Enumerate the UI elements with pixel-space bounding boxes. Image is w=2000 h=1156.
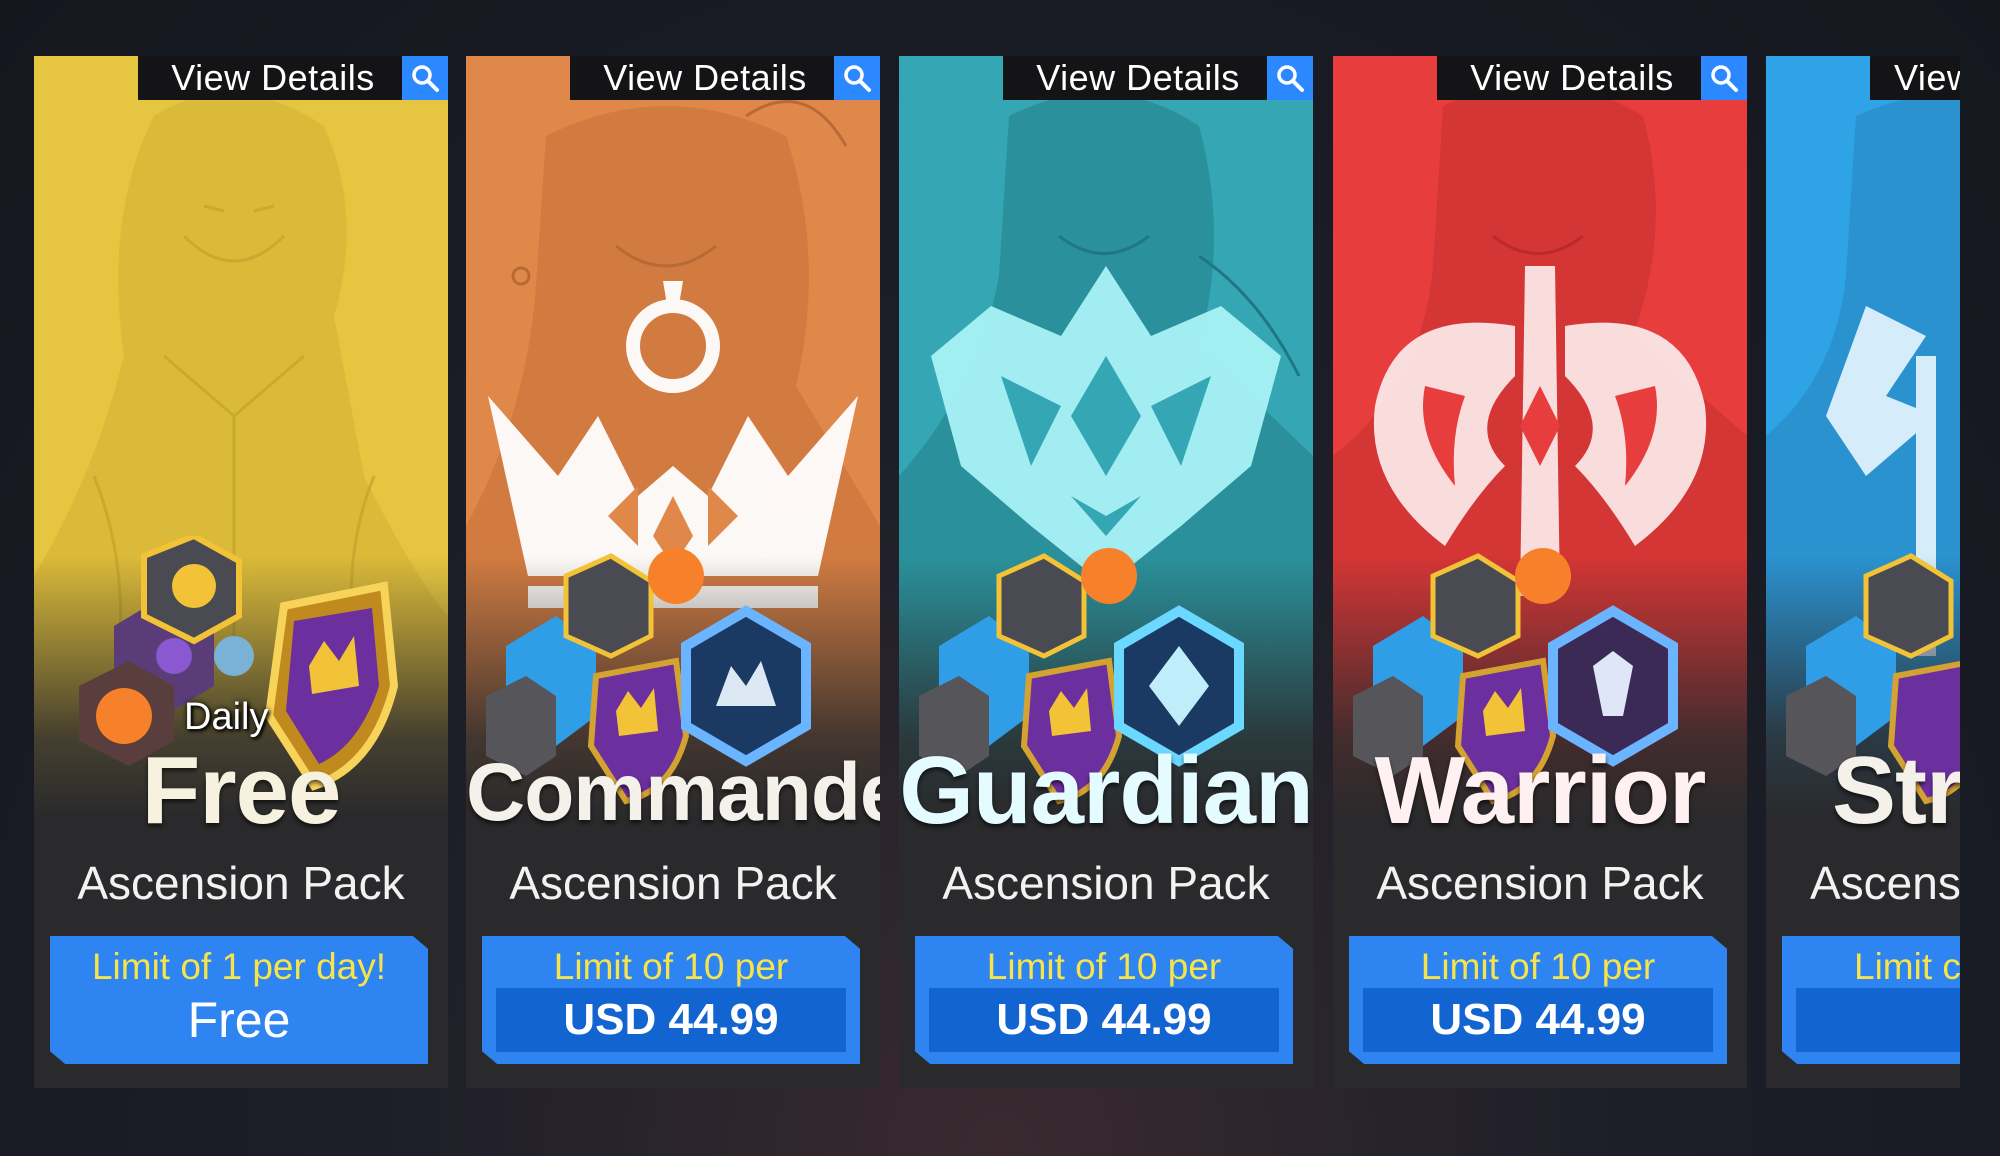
search-icon xyxy=(1701,56,1747,100)
pack-card-partial[interactable]: View Str Ascens Limit c xyxy=(1766,56,1960,1088)
view-details-label: View xyxy=(1894,57,1960,98)
card-art xyxy=(466,56,880,816)
daily-badge: Daily xyxy=(184,696,269,738)
pack-card-guardian[interactable]: View Details Guardian Ascension Pack Lim… xyxy=(899,56,1313,1088)
pack-subtitle: Ascension Pack xyxy=(77,857,405,909)
price-label: Free xyxy=(187,992,291,1048)
pack-subtitle: Ascension Pack xyxy=(942,857,1270,909)
pack-carousel: View Details Daily Free Ascension Pack L… xyxy=(0,0,1960,1156)
buy-button[interactable]: Limit c xyxy=(1782,936,1960,1064)
purchase-limit: Limit of 10 per xyxy=(1420,946,1656,987)
view-details-label: View Details xyxy=(171,57,375,98)
buy-button[interactable]: Limit of 10 per USD 44.99 xyxy=(1349,936,1727,1064)
view-details-label: View Details xyxy=(1470,57,1674,98)
view-details-label: View Details xyxy=(603,57,807,98)
pack-name: Str xyxy=(1832,737,1960,844)
pack-card-warrior[interactable]: View Details Warrior Ascension Pack Limi… xyxy=(1333,56,1747,1088)
buy-button[interactable]: Limit of 10 per USD 44.99 xyxy=(482,936,860,1064)
pack-name: Commander xyxy=(466,747,880,838)
view-details-button[interactable]: View Details xyxy=(1437,56,1747,100)
view-details-button[interactable]: View Details xyxy=(1003,56,1313,100)
view-details-label: View Details xyxy=(1036,57,1240,98)
pack-name: Warrior xyxy=(1374,737,1707,844)
price-label: USD 44.99 xyxy=(496,988,846,1052)
purchase-limit: Limit of 10 per xyxy=(986,946,1222,987)
pack-subtitle: Ascension Pack xyxy=(1376,857,1704,909)
card-art xyxy=(899,56,1313,816)
pack-subtitle: Ascension Pack xyxy=(509,857,837,909)
search-icon xyxy=(402,56,448,100)
purchase-limit: Limit of 10 per xyxy=(553,946,789,987)
card-art xyxy=(1333,56,1747,816)
view-details-button[interactable]: View Details xyxy=(138,56,448,100)
pack-name: Free xyxy=(141,737,342,844)
purchase-limit: Limit c xyxy=(1854,946,1960,987)
buy-button[interactable]: Limit of 1 per day! Free xyxy=(50,936,428,1064)
pack-card-commander[interactable]: View Details Commander Ascension Pack Li… xyxy=(466,56,880,1088)
purchase-limit: Limit of 1 per day! xyxy=(91,946,387,987)
price-label: USD 44.99 xyxy=(929,988,1279,1052)
view-details-button[interactable]: View xyxy=(1870,56,1960,100)
pack-card-free[interactable]: View Details Daily Free Ascension Pack L… xyxy=(34,56,448,1088)
card-art xyxy=(1766,56,1960,816)
view-details-button[interactable]: View Details xyxy=(570,56,880,100)
price-label xyxy=(1796,988,1960,1052)
pack-subtitle: Ascens xyxy=(1810,857,1960,909)
search-icon xyxy=(1267,56,1313,100)
search-icon xyxy=(834,56,880,100)
pack-name: Guardian xyxy=(899,737,1313,844)
buy-button[interactable]: Limit of 10 per USD 44.99 xyxy=(915,936,1293,1064)
price-label: USD 44.99 xyxy=(1363,988,1713,1052)
